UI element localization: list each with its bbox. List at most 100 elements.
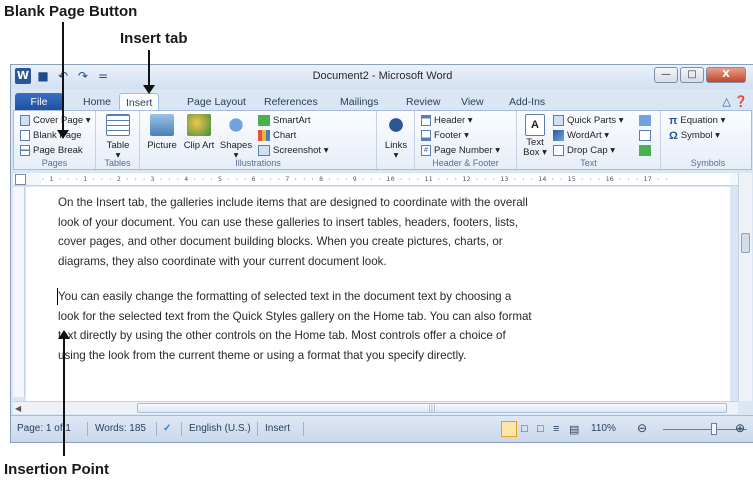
page-break-button[interactable]: Page Break	[20, 144, 83, 157]
paragraph-2[interactable]: You can easily change the formatting of …	[58, 287, 636, 365]
vertical-ruler[interactable]	[13, 187, 25, 397]
pi-icon: π	[669, 114, 678, 127]
zoom-out-icon[interactable]: ⊖	[637, 421, 647, 435]
tab-mailings[interactable]: Mailings	[334, 93, 385, 111]
scroll-left-icon[interactable]: ◀	[15, 404, 21, 413]
full-screen-reading-icon[interactable]: □	[521, 423, 528, 435]
document-page[interactable]: On the Insert tab, the galleries include…	[26, 187, 730, 401]
arrowhead-blank-page	[57, 130, 69, 139]
word-window: W ■ ↶ ↷ = Document2 - Microsoft Word — □…	[10, 64, 753, 443]
divider	[87, 422, 88, 436]
tab-file[interactable]: File	[15, 93, 63, 111]
divider	[257, 422, 258, 436]
signature-line-icon	[639, 115, 651, 126]
arrow-insert-tab	[148, 50, 150, 88]
zoom-in-icon[interactable]: ⊕	[735, 421, 745, 435]
quick-parts-button[interactable]: Quick Parts ▾	[553, 114, 624, 127]
vertical-scrollbar[interactable]	[738, 173, 752, 401]
clip-art-button[interactable]: Clip Art	[182, 114, 216, 151]
shapes-icon	[224, 114, 248, 136]
minimize-button[interactable]: —	[654, 67, 678, 83]
maximize-button[interactable]: □	[680, 67, 704, 83]
date-time-button[interactable]	[639, 129, 651, 142]
text-box-button[interactable]: A Text Box ▾	[521, 114, 549, 158]
footer-button[interactable]: Footer ▾	[421, 129, 469, 142]
chart-icon	[258, 130, 270, 141]
arrow-insertion-point	[63, 336, 65, 456]
horizontal-scrollbar[interactable]: ◀ |||	[13, 401, 738, 414]
object-icon	[639, 145, 651, 156]
text-line: using the look from the current theme or…	[58, 348, 467, 362]
picture-icon	[150, 114, 174, 136]
header-button[interactable]: Header ▾	[421, 114, 473, 127]
group-label-pages: Pages	[41, 158, 68, 168]
insert-mode-indicator[interactable]: Insert	[265, 423, 290, 434]
shapes-button[interactable]: Shapes ▾	[218, 114, 254, 161]
annotation-insert-tab: Insert tab	[120, 30, 188, 47]
tab-add-ins[interactable]: Add-Ins	[503, 93, 551, 111]
tab-review[interactable]: Review	[400, 93, 446, 111]
omega-icon: Ω	[669, 129, 678, 142]
blank-page-button[interactable]: Blank Page	[20, 129, 82, 142]
window-controls: — □ X	[654, 67, 746, 83]
page-number-button[interactable]: # Page Number ▾	[421, 144, 500, 157]
tab-selector[interactable]	[15, 174, 26, 185]
paragraph-1[interactable]: On the Insert tab, the galleries include…	[58, 193, 636, 271]
links-button[interactable]: Links ▾	[381, 114, 411, 161]
wordart-button[interactable]: WordArt ▾	[553, 129, 609, 142]
group-header-footer: Header ▾ Footer ▾ # Page Number ▾ Header…	[415, 111, 517, 169]
print-layout-view-icon[interactable]	[501, 421, 517, 437]
proofing-icon[interactable]: ✓	[163, 423, 171, 434]
language-indicator[interactable]: English (U.S.)	[189, 423, 251, 434]
horizontal-scroll-thumb[interactable]: |||	[137, 403, 727, 413]
picture-button[interactable]: Picture	[144, 114, 180, 151]
table-button[interactable]: Table ▾	[102, 114, 134, 161]
object-button[interactable]	[639, 144, 651, 157]
drop-cap-button[interactable]: Drop Cap ▾	[553, 144, 615, 157]
cover-page-icon	[20, 115, 30, 126]
divider	[156, 422, 157, 436]
group-label-text: Text	[580, 158, 597, 168]
symbol-button[interactable]: Ω Symbol ▾	[669, 129, 720, 142]
group-symbols: π Equation ▾ Ω Symbol ▾ Symbols	[661, 111, 753, 169]
tab-home[interactable]: Home	[77, 93, 117, 111]
close-button[interactable]: X	[706, 67, 746, 83]
draft-view-icon[interactable]: ▤	[569, 423, 579, 436]
header-icon	[421, 115, 431, 126]
web-layout-icon[interactable]: □	[537, 423, 544, 435]
title-bar: W ■ ↶ ↷ = Document2 - Microsoft Word — □…	[11, 65, 753, 89]
screenshot-button[interactable]: Screenshot ▾	[258, 144, 328, 157]
zoom-slider-thumb[interactable]	[711, 423, 717, 435]
text-line: look for the selected text from the Quic…	[58, 309, 532, 323]
tab-view[interactable]: View	[455, 93, 490, 111]
word-count[interactable]: Words: 185	[95, 423, 146, 434]
footer-icon	[421, 130, 431, 141]
text-line: You can easily change the formatting of …	[58, 290, 512, 303]
tab-page-layout[interactable]: Page Layout	[181, 93, 252, 111]
page-break-icon	[20, 145, 30, 156]
arrow-blank-page	[62, 22, 64, 134]
ruler-scale: · 1 · · · 1 · · · 2 · · · 3 · · · 4 · · …	[41, 174, 730, 185]
quick-parts-icon	[553, 115, 564, 126]
zoom-level[interactable]: 110%	[591, 423, 616, 434]
group-links: Links ▾	[377, 111, 415, 169]
horizontal-ruler[interactable]: · 1 · · · 1 · · · 2 · · · 3 · · · 4 · · …	[13, 173, 740, 186]
vertical-scroll-thumb[interactable]	[741, 233, 750, 253]
smartart-button[interactable]: SmartArt	[258, 114, 310, 127]
ribbon-insert: Cover Page ▾ Blank Page Page Break Pages…	[13, 110, 752, 170]
text-line: look of your document. You can use these…	[58, 215, 519, 229]
annotation-insertion-point: Insertion Point	[4, 461, 109, 478]
smartart-icon	[258, 115, 270, 126]
divider	[181, 422, 182, 436]
cover-page-button[interactable]: Cover Page ▾	[20, 114, 91, 127]
chart-button[interactable]: Chart	[258, 129, 296, 142]
help-icon[interactable]: △ ❓	[722, 95, 748, 108]
tab-references[interactable]: References	[258, 93, 324, 111]
text-line: diagrams, they also coordinate with your…	[58, 254, 387, 268]
text-line: On the Insert tab, the galleries include…	[58, 196, 528, 209]
group-label-illustrations: Illustrations	[235, 158, 281, 168]
outline-view-icon[interactable]: ≡	[553, 423, 559, 435]
signature-line-button[interactable]	[639, 114, 651, 127]
group-pages: Cover Page ▾ Blank Page Page Break Pages	[14, 111, 96, 169]
equation-button[interactable]: π Equation ▾	[669, 114, 725, 127]
